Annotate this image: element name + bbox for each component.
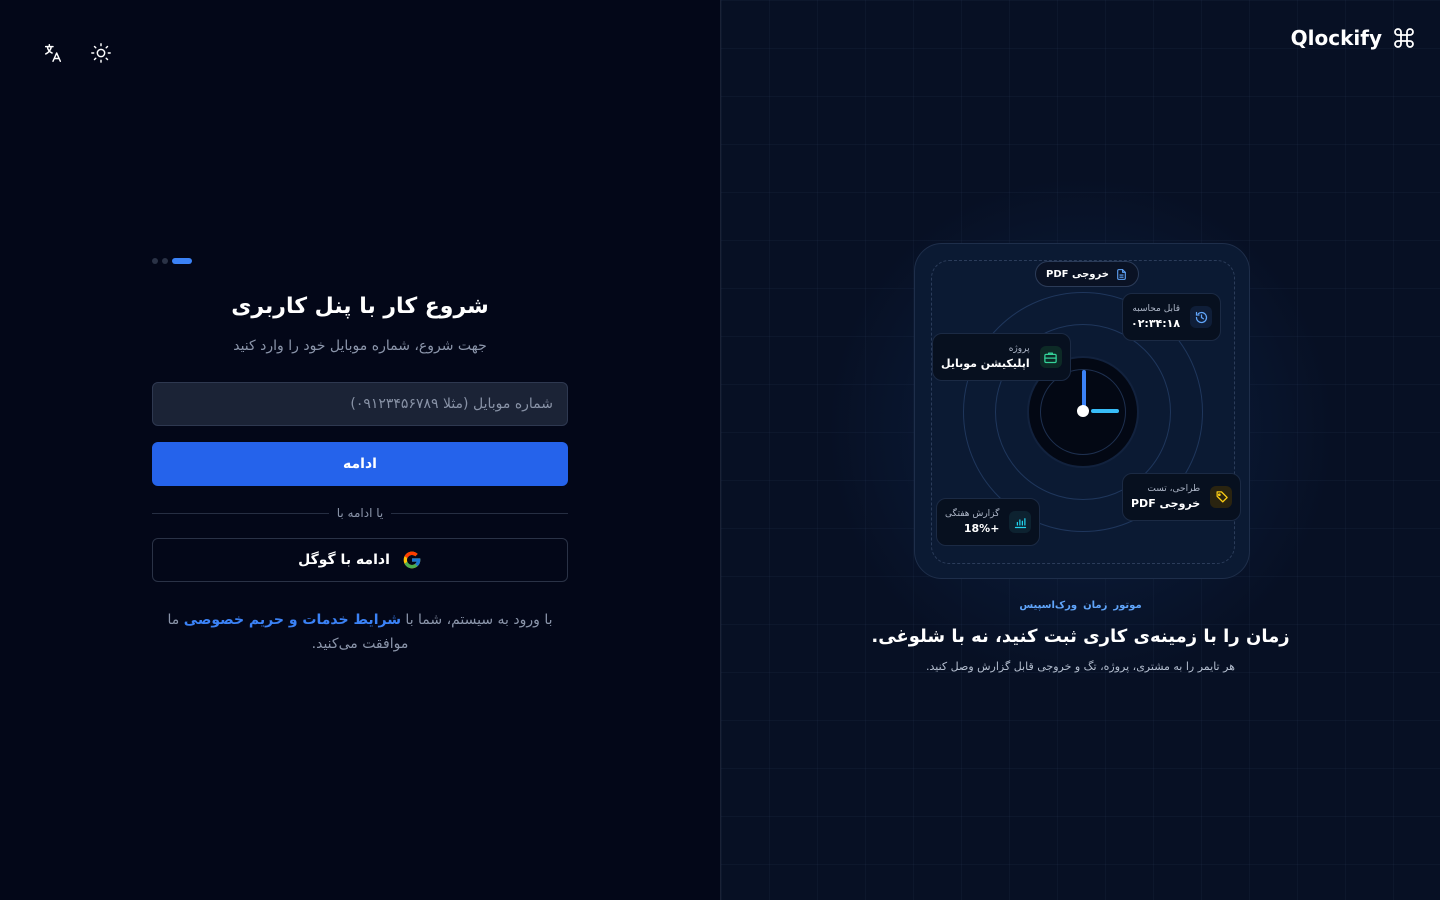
card-label: گزارش هفتگی [945, 509, 1000, 519]
terms-text: با ورود به سیستم، شما با شرایط خدمات و ح… [162, 608, 558, 656]
step-indicator [152, 258, 192, 264]
card-text: قابل محاسبه ۰۲:۳۴:۱۸ [1131, 304, 1180, 330]
divider-text: یا ادامه با [336, 506, 384, 520]
card-value: خروجی PDF [1131, 497, 1201, 510]
card-value: ۰۲:۳۴:۱۸ [1131, 317, 1181, 330]
page-subtitle: جهت شروع، شماره موبایل خود را وارد کنید [233, 338, 487, 354]
feature-tag: ورک‌اسپیس [1019, 600, 1078, 611]
divider-line [391, 512, 568, 514]
clock-hour-hand [1091, 409, 1119, 413]
card-value: اپلیکیشن موبایل [941, 357, 1030, 370]
card-text: پروژه اپلیکیشن موبایل [941, 344, 1030, 370]
showcase-headline: زمان را با زمینه‌ی کاری ثبت کنید، نه با … [871, 626, 1290, 647]
terms-link[interactable]: شرایط خدمات و حریم خصوصی [184, 612, 401, 628]
step-dot [152, 258, 158, 264]
continue-button[interactable]: ادامه [152, 442, 568, 486]
billable-card: قابل محاسبه ۰۲:۳۴:۱۸ [1122, 293, 1222, 341]
weekly-report-card: گزارش هفتگی +18% [936, 498, 1041, 546]
sun-icon[interactable] [88, 40, 114, 66]
brand-name: Qlockify [1290, 26, 1382, 50]
bar-chart-icon [1009, 511, 1032, 533]
brand-logo[interactable]: Qlockify [1291, 26, 1416, 50]
pill-label: خروجی PDF [1046, 268, 1109, 280]
signup-panel: شروع کار با پنل کاربری جهت شروع، شماره م… [0, 0, 720, 900]
card-label: قابل محاسبه [1132, 304, 1181, 314]
feature-tag: موتور [1113, 600, 1142, 611]
top-toolbar [40, 40, 114, 66]
card-value: +18% [963, 522, 1000, 535]
feature-tag: زمان [1083, 600, 1108, 611]
design-card: طراحی، تست خروجی PDF [1122, 473, 1242, 521]
command-icon [1394, 28, 1414, 48]
or-divider: یا ادامه با [152, 504, 568, 522]
page-title: شروع کار با پنل کاربری [231, 294, 489, 319]
timer-illustration: خروجی PDF قابل محاسبه ۰۲:۳۴:۱۸ پروژه اپل… [914, 243, 1250, 579]
divider-line [152, 512, 329, 514]
phone-input[interactable] [152, 382, 568, 426]
card-label: پروژه [1008, 344, 1030, 354]
google-signin-button[interactable]: ادامه با گوگل [152, 538, 568, 582]
card-label: طراحی، تست [1147, 484, 1201, 494]
timer-icon [1190, 306, 1213, 328]
pdf-export-pill: خروجی PDF [1035, 261, 1139, 287]
step-dot-active [172, 258, 192, 264]
step-dot [162, 258, 168, 264]
showcase-tagline: هر تایمر را به مشتری، پروژه، تگ و خروجی … [926, 660, 1235, 673]
feature-tags: موتور زمان ورک‌اسپیس [721, 600, 1440, 611]
translate-icon[interactable] [40, 40, 66, 66]
google-icon [403, 551, 421, 569]
terms-prefix: با ورود به سیستم، شما با [405, 612, 553, 628]
briefcase-icon [1039, 346, 1062, 368]
card-text: گزارش هفتگی +18% [945, 509, 999, 535]
google-button-label: ادامه با گوگل [298, 552, 390, 568]
clock-center-dot [1077, 405, 1089, 417]
project-card: پروژه اپلیکیشن موبایل [932, 333, 1071, 381]
document-icon [1117, 268, 1126, 280]
tag-icon [1210, 486, 1233, 508]
card-text: طراحی، تست خروجی PDF [1131, 484, 1200, 510]
showcase-panel: Qlockify خروجی PDF قابل محاسبه ۰۲:۳۴:۱۸ … [720, 0, 1440, 900]
